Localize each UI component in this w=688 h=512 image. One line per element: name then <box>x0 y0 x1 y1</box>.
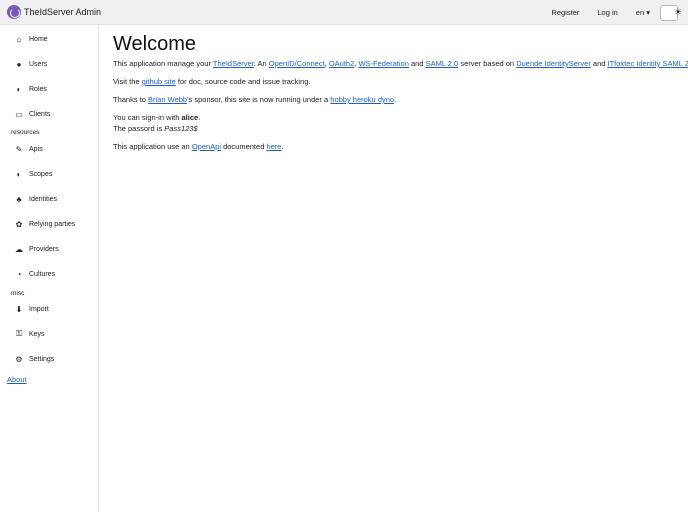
sidebar-item-settings[interactable]: ⚙ Settings <box>14 353 54 365</box>
sidebar-item-label: Cultures <box>29 270 56 278</box>
sidebar-item-label: Users <box>29 60 48 68</box>
wrench-icon: ✎ <box>15 144 23 154</box>
heroku-link[interactable]: hobby heroku dyno <box>330 95 394 104</box>
sidebar-item-label: Keys <box>29 330 45 338</box>
sidebar-item-label: Identities <box>29 195 58 203</box>
about-link[interactable]: About <box>7 375 27 384</box>
sun-icon: ☀ <box>673 7 683 17</box>
sidebar-item-label: Apis <box>29 145 43 153</box>
sidebar-item-label: Import <box>29 305 49 313</box>
itfoxtec-link[interactable]: ITfoxtec Identity SAML 2.0 <box>608 59 688 68</box>
sidebar-item-label: Home <box>29 35 48 43</box>
app-title: TheIdServer Admin <box>24 7 102 17</box>
top-bar: TheIdServer Admin Register Log in en ▾ ☀ <box>0 0 688 25</box>
sponsor-paragraph: Thanks to Brian Webb's sponsor, this sit… <box>113 95 397 104</box>
wsfed-link[interactable]: WS-Federation <box>358 59 408 68</box>
globe-icon: ◔ <box>16 269 22 279</box>
sidebar-item-label: Roles <box>29 85 47 93</box>
page-title: Welcome <box>113 33 196 55</box>
sidebar-item-identities[interactable]: ♣ Identities <box>14 193 57 205</box>
sidebar-item-label: Scopes <box>29 170 53 178</box>
openid-link[interactable]: OpenID/Connect <box>269 59 325 68</box>
openapi-paragraph: This application use an OpenApi document… <box>113 142 284 151</box>
logo-icon <box>7 5 21 19</box>
sidebar-item-home[interactable]: ⌂ Home <box>14 33 48 45</box>
sidebar-item-providers[interactable]: ☁ Providers <box>14 243 59 255</box>
login-link[interactable]: Log in <box>597 8 617 17</box>
users-icon: ● <box>16 59 22 69</box>
home-icon: ⌂ <box>16 34 22 44</box>
theme-toggle-button[interactable]: ☀ <box>660 4 682 21</box>
window-icon: ▭ <box>15 109 23 119</box>
import-icon: ⬇ <box>15 304 23 314</box>
signin-paragraph: You can sign-in with alice. <box>113 113 201 122</box>
here-link[interactable]: here <box>266 142 281 151</box>
duende-link[interactable]: Duende IdentityServer <box>516 59 591 68</box>
oauth2-link[interactable]: OAuth2 <box>329 59 354 68</box>
sidebar-item-scopes[interactable]: ◐ Scopes <box>14 168 53 180</box>
sidebar-item-roles[interactable]: ◐ Roles <box>14 83 47 95</box>
cloud-icon: ☁ <box>15 244 23 254</box>
github-paragraph: Visit the github site for doc, source co… <box>113 77 311 86</box>
sidebar: ⌂ Home ● Users ◐ Roles ▭ Clients resources ✎… <box>0 25 99 512</box>
sidebar-item-keys[interactable]: ⚿ Keys <box>14 328 45 340</box>
shield-icon: ◐ <box>16 169 22 179</box>
sidebar-item-import[interactable]: ⬇ Import <box>14 303 49 315</box>
sidebar-item-label: Clients <box>29 110 51 118</box>
intro-paragraph: This application manage your TheIdServer… <box>113 59 688 68</box>
brian-webb-link[interactable]: Brian Webb <box>148 95 187 104</box>
main-content: Welcome This application manage your The… <box>113 33 688 151</box>
register-link[interactable]: Register <box>551 8 579 17</box>
github-link[interactable]: github site <box>142 77 176 86</box>
saml-link[interactable]: SAML 2.0 <box>426 59 459 68</box>
sidebar-item-label: Settings <box>29 355 55 363</box>
puzzle-icon: ♣ <box>16 194 22 204</box>
sidebar-item-users[interactable]: ● Users <box>14 58 48 70</box>
password-paragraph: The passord is Pass123$ <box>113 124 198 133</box>
cog-flower-icon: ✿ <box>15 219 23 229</box>
language-dropdown[interactable]: en ▾ <box>636 8 650 17</box>
section-resources: resources <box>11 129 40 136</box>
shield-icon: ◐ <box>16 84 22 94</box>
sidebar-item-label: Providers <box>29 245 59 253</box>
sidebar-item-label: Relying parties <box>29 220 76 228</box>
gear-icon: ⚙ <box>15 354 23 364</box>
sidebar-item-cultures[interactable]: ◔ Cultures <box>14 268 56 280</box>
brand[interactable]: TheIdServer Admin <box>7 5 101 19</box>
key-icon: ⚿ <box>15 329 23 338</box>
sidebar-item-apis[interactable]: ✎ Apis <box>14 143 43 155</box>
sidebar-item-relying-parties[interactable]: ✿ Relying parties <box>14 218 76 230</box>
sidebar-item-clients[interactable]: ▭ Clients <box>14 108 50 120</box>
section-misc: misc <box>11 290 25 297</box>
openapi-link[interactable]: OpenApi <box>192 142 221 151</box>
theidserver-link[interactable]: TheIdServer <box>213 59 254 68</box>
